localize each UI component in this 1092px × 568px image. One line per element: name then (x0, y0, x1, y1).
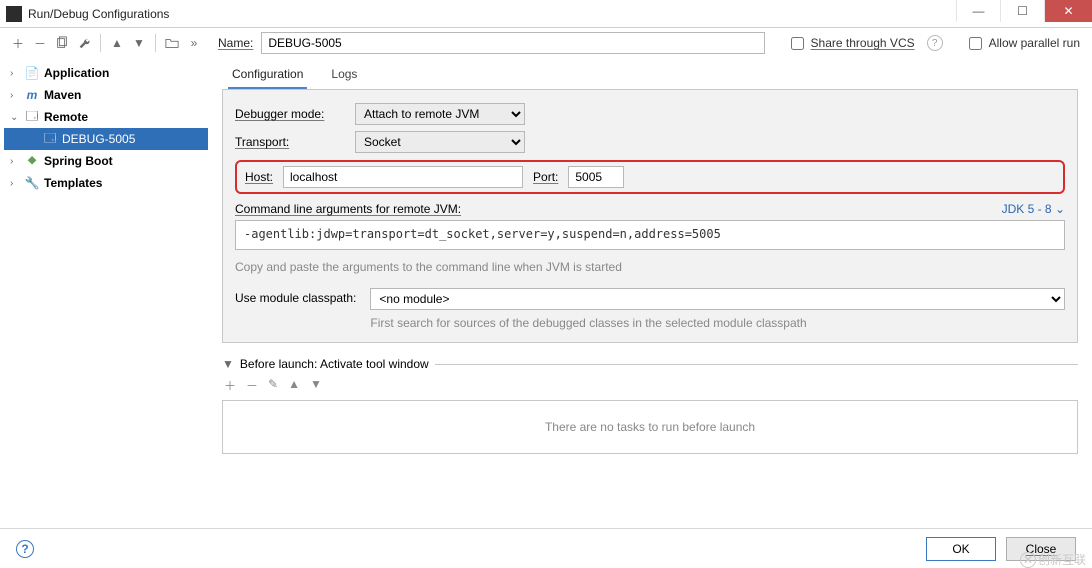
tasks-list: There are no tasks to run before launch (222, 400, 1078, 454)
share-vcs-checkbox[interactable]: Share through VCS (787, 34, 915, 53)
tree-item-spring-boot[interactable]: ›⯁Spring Boot (4, 150, 208, 172)
add-task-icon[interactable]: ＋ (224, 377, 236, 394)
transport-label: Transport: (235, 135, 345, 149)
ok-button[interactable]: OK (926, 537, 996, 561)
folder-icon[interactable] (164, 35, 180, 51)
module-hint: First search for sources of the debugged… (370, 316, 1065, 330)
debugger-mode-select[interactable]: Attach to remote JVM (355, 103, 525, 125)
edit-task-icon: ✎ (268, 377, 278, 394)
port-input[interactable] (568, 166, 624, 188)
help-button[interactable]: ? (16, 540, 34, 558)
move-down-icon[interactable]: ▼ (131, 35, 147, 51)
app-icon (6, 6, 22, 22)
task-down-icon: ▼ (310, 377, 322, 394)
collapse-icon[interactable]: ▼ (222, 357, 234, 371)
name-input[interactable] (261, 32, 764, 54)
before-launch-title: Before launch: Activate tool window (240, 357, 429, 371)
wrench-icon[interactable] (76, 35, 92, 51)
window-title: Run/Debug Configurations (28, 7, 169, 21)
task-up-icon: ▲ (288, 377, 300, 394)
host-port-highlight: Host: Port: (235, 160, 1065, 194)
name-label: Name: (218, 36, 253, 50)
cmd-args-label: Command line arguments for remote JVM: (235, 202, 461, 216)
close-window-button[interactable]: ✕ (1044, 0, 1092, 22)
tree-item-debug-5005[interactable]: 🗔DEBUG-5005 (4, 128, 208, 150)
minimize-button[interactable]: — (956, 0, 1000, 22)
port-label: Port: (533, 170, 558, 184)
copy-config-icon[interactable] (54, 35, 70, 51)
expand-icon[interactable]: » (186, 35, 202, 51)
tree-item-remote[interactable]: ⌄🗔Remote (4, 106, 208, 128)
cmd-hint: Copy and paste the arguments to the comm… (235, 260, 1065, 274)
parallel-run-checkbox[interactable]: Allow parallel run (965, 34, 1080, 53)
move-up-icon[interactable]: ▲ (109, 35, 125, 51)
config-tree: ›📄Application ›mMaven ⌄🗔Remote 🗔DEBUG-50… (0, 58, 208, 528)
title-bar: Run/Debug Configurations — ☐ ✕ (0, 0, 1092, 28)
configuration-panel: Debugger mode: Attach to remote JVM Tran… (222, 90, 1078, 343)
tree-item-application[interactable]: ›📄Application (4, 62, 208, 84)
debugger-mode-label: Debugger mode: (235, 107, 345, 121)
module-classpath-select[interactable]: <no module> (370, 288, 1065, 310)
maximize-button[interactable]: ☐ (1000, 0, 1044, 22)
host-input[interactable] (283, 166, 523, 188)
tab-configuration[interactable]: Configuration (228, 61, 307, 89)
tab-bar: Configuration Logs (222, 62, 1078, 90)
watermark: ✕ 创新互联 (1020, 551, 1086, 568)
jdk-version-link[interactable]: JDK 5 - 8 ⌄ (1002, 202, 1065, 216)
cmd-args-box[interactable]: -agentlib:jdwp=transport=dt_socket,serve… (235, 220, 1065, 250)
remove-task-icon: － (246, 377, 258, 394)
module-classpath-label: Use module classpath: (235, 288, 356, 305)
no-tasks-text: There are no tasks to run before launch (545, 420, 755, 434)
host-label: Host: (245, 170, 273, 184)
remove-config-icon[interactable]: － (32, 35, 48, 51)
dialog-footer: ? OK Close (0, 528, 1092, 568)
tree-item-templates[interactable]: ›🔧Templates (4, 172, 208, 194)
tree-item-maven[interactable]: ›mMaven (4, 84, 208, 106)
add-config-icon[interactable]: ＋ (10, 35, 26, 51)
config-toolbar: ＋ － ▲ ▼ » (10, 34, 218, 52)
before-launch-section: ▼ Before launch: Activate tool window ＋ … (222, 357, 1078, 454)
tab-logs[interactable]: Logs (327, 61, 361, 89)
help-icon[interactable]: ? (927, 35, 943, 51)
transport-select[interactable]: Socket (355, 131, 525, 153)
